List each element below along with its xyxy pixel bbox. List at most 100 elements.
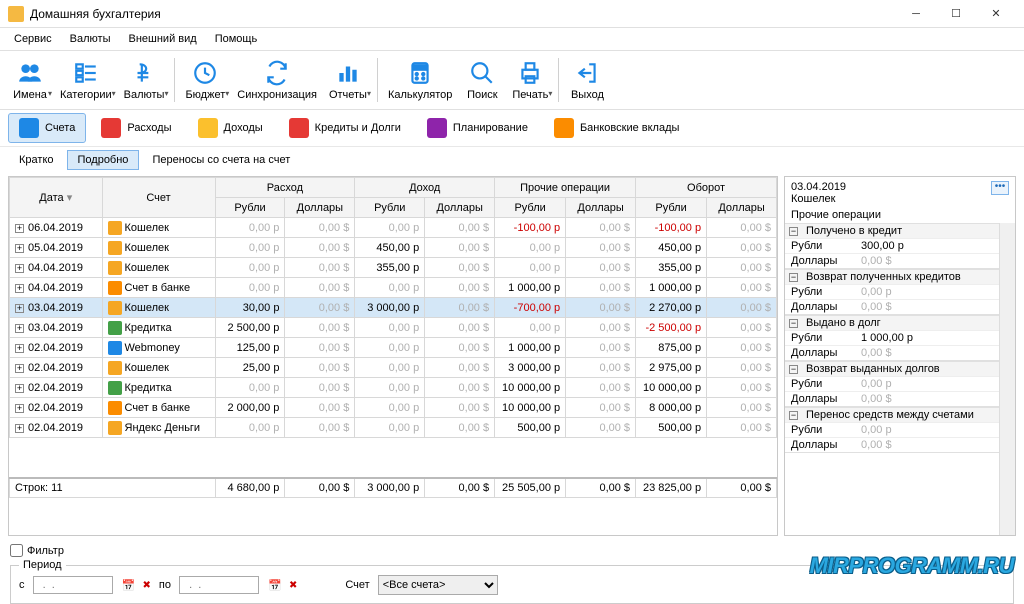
expand-icon[interactable]: + [15, 284, 24, 293]
subtab-1[interactable]: Подробно [67, 150, 140, 170]
Категории-icon [72, 59, 100, 87]
account-icon [108, 381, 122, 395]
Имена-icon [16, 59, 44, 87]
toolbar-Синхронизация[interactable]: Синхронизация [231, 53, 323, 107]
calendar-icon[interactable]: 📅 [267, 577, 283, 593]
navtab-2[interactable]: Доходы [187, 113, 274, 143]
expand-icon[interactable]: + [15, 344, 24, 353]
minimize-button[interactable]: ─ [896, 0, 936, 28]
detail-date: 03.04.2019 [791, 181, 846, 193]
expand-icon[interactable]: + [15, 264, 24, 273]
menu-item-3[interactable]: Помощь [207, 31, 266, 47]
table-row[interactable]: +03.04.2019Кредитка2 500,00 р0,00 $0,00 … [10, 318, 777, 338]
sub-tabs: КраткоПодробноПереносы со счета на счет [0, 146, 1024, 172]
navtab-0[interactable]: Счета [8, 113, 86, 143]
expand-icon[interactable]: + [15, 324, 24, 333]
table-row[interactable]: +02.04.2019Яндекс Деньги0,00 р0,00 $0,00… [10, 418, 777, 438]
detail-section-header[interactable]: −Перенос средств между счетами [785, 407, 999, 422]
data-grid[interactable]: Дата ▾СчетРасходДоходПрочие операцииОбор… [9, 177, 777, 535]
chevron-down-icon: ▾ [164, 89, 168, 98]
subtab-2[interactable]: Переносы со счета на счет [141, 150, 301, 170]
detail-more-button[interactable]: ••• [991, 181, 1009, 195]
table-row[interactable]: +02.04.2019Webmoney125,00 р0,00 $0,00 р0… [10, 338, 777, 358]
account-filter-label: Счет [345, 579, 369, 591]
Бюджет-icon [191, 59, 219, 87]
table-row[interactable]: +02.04.2019Кошелек25,00 р0,00 $0,00 р0,0… [10, 358, 777, 378]
table-row[interactable]: +02.04.2019Счет в банке2 000,00 р0,00 $0… [10, 398, 777, 418]
grid-panel: Дата ▾СчетРасходДоходПрочие операцииОбор… [8, 176, 778, 536]
collapse-icon[interactable]: − [789, 365, 798, 374]
calendar-icon[interactable]: 📅 [121, 577, 137, 593]
toolbar-Выход[interactable]: Выход [563, 53, 611, 107]
navtab-5[interactable]: Банковские вклады [543, 113, 690, 143]
expand-icon[interactable]: + [15, 424, 24, 433]
menu-item-0[interactable]: Сервис [6, 31, 60, 47]
detail-row: Рубли0,00 р [785, 376, 999, 391]
filter-check-input[interactable] [10, 544, 23, 557]
to-label: по [159, 579, 171, 591]
account-icon [108, 421, 122, 435]
menu-item-2[interactable]: Внешний вид [121, 31, 205, 47]
table-row[interactable]: +04.04.2019Счет в банке0,00 р0,00 $0,00 … [10, 278, 777, 298]
chevron-down-icon: ▾ [548, 89, 552, 98]
navtab-3[interactable]: Кредиты и Долги [278, 113, 412, 143]
scrollbar[interactable] [999, 223, 1015, 535]
expand-icon[interactable]: + [15, 304, 24, 313]
menu-item-1[interactable]: Валюты [62, 31, 119, 47]
date-from-input[interactable] [33, 576, 113, 594]
table-row[interactable]: +02.04.2019Кредитка0,00 р0,00 $0,00 р0,0… [10, 378, 777, 398]
toolbar-Поиск[interactable]: Поиск [458, 53, 506, 107]
toolbar-Бюджет[interactable]: Бюджет▾ [179, 53, 231, 107]
collapse-icon[interactable]: − [789, 273, 798, 282]
Поиск-icon [468, 59, 496, 87]
Калькулятор-icon [406, 59, 434, 87]
detail-section: −Возврат выданных долговРубли0,00 рДолла… [785, 361, 999, 407]
detail-section-header[interactable]: −Возврат выданных долгов [785, 361, 999, 376]
menubar: СервисВалютыВнешний видПомощь [0, 28, 1024, 50]
nav-tabs: СчетаРасходыДоходыКредиты и ДолгиПланиро… [0, 110, 1024, 146]
table-row[interactable]: +06.04.2019Кошелек0,00 р0,00 $0,00 р0,00… [10, 218, 777, 238]
navtab-1[interactable]: Расходы [90, 113, 182, 143]
navtab-icon [198, 118, 218, 138]
expand-icon[interactable]: + [15, 224, 24, 233]
toolbar-Печать[interactable]: Печать▾ [506, 53, 554, 107]
detail-header: 03.04.2019 Кошелек ••• [785, 177, 1015, 209]
account-icon [108, 321, 122, 335]
table-row[interactable]: +05.04.2019Кошелек0,00 р0,00 $450,00 р0,… [10, 238, 777, 258]
toolbar-Категории[interactable]: Категории▾ [54, 53, 118, 107]
navtab-4[interactable]: Планирование [416, 113, 539, 143]
chevron-down-icon: ▾ [48, 89, 52, 98]
expand-icon[interactable]: + [15, 244, 24, 253]
detail-section-header[interactable]: −Возврат полученных кредитов [785, 269, 999, 284]
toolbar-Отчеты[interactable]: Отчеты▾ [323, 53, 373, 107]
detail-row: Рубли0,00 р [785, 284, 999, 299]
expand-icon[interactable]: + [15, 404, 24, 413]
detail-section: −Получено в кредитРубли300,00 рДоллары0,… [785, 223, 999, 269]
table-row[interactable]: +04.04.2019Кошелек0,00 р0,00 $355,00 р0,… [10, 258, 777, 278]
toolbar-Калькулятор[interactable]: Калькулятор [382, 53, 458, 107]
expand-icon[interactable]: + [15, 384, 24, 393]
detail-row: Доллары0,00 $ [785, 345, 999, 360]
detail-row: Рубли0,00 р [785, 422, 999, 437]
detail-body: −Получено в кредитРубли300,00 рДоллары0,… [785, 223, 999, 535]
subtab-0[interactable]: Кратко [8, 150, 65, 170]
Отчеты-icon [334, 59, 362, 87]
date-to-input[interactable] [179, 576, 259, 594]
collapse-icon[interactable]: − [789, 227, 798, 236]
navtab-icon [289, 118, 309, 138]
toolbar-Валюты[interactable]: Валюты▾ [118, 53, 171, 107]
from-label: с [19, 579, 25, 591]
detail-section-header[interactable]: −Получено в кредит [785, 223, 999, 238]
close-button[interactable]: ✕ [976, 0, 1016, 28]
maximize-button[interactable]: ☐ [936, 0, 976, 28]
detail-section: −Возврат полученных кредитовРубли0,00 рД… [785, 269, 999, 315]
toolbar-Имена[interactable]: Имена▾ [6, 53, 54, 107]
collapse-icon[interactable]: − [789, 411, 798, 420]
account-filter-select[interactable]: <Все счета> [378, 575, 498, 595]
account-icon [108, 301, 122, 315]
collapse-icon[interactable]: − [789, 319, 798, 328]
table-row[interactable]: +03.04.2019Кошелек30,00 р0,00 $3 000,00 … [10, 298, 777, 318]
detail-section-header[interactable]: −Выдано в долг [785, 315, 999, 330]
expand-icon[interactable]: + [15, 364, 24, 373]
account-icon [108, 261, 122, 275]
